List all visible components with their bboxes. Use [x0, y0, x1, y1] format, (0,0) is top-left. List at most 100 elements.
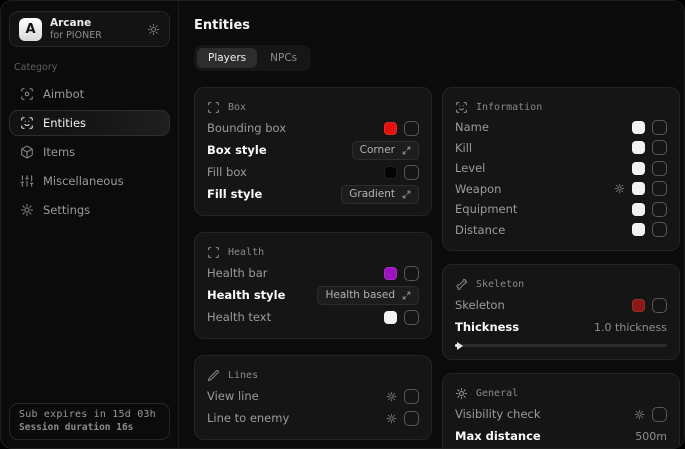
- expand-diagonal-icon: [402, 146, 411, 155]
- health-card: Health Health bar Health style Health ba…: [194, 232, 432, 339]
- box-card-header: Box: [207, 97, 419, 117]
- color-swatch[interactable]: [384, 166, 397, 179]
- color-swatch[interactable]: [632, 299, 645, 312]
- distance-checkbox[interactable]: [652, 222, 667, 237]
- lines-card-header: Lines: [207, 365, 419, 385]
- sidebar-item-miscellaneous[interactable]: Miscellaneous: [9, 168, 170, 194]
- weapon-checkbox[interactable]: [652, 181, 667, 196]
- color-swatch[interactable]: [632, 141, 645, 154]
- package-icon: [20, 145, 34, 159]
- gear-icon: [20, 203, 34, 217]
- sub-expires-text: Sub expires in 15d 03h: [19, 409, 160, 420]
- logo-badge: A: [19, 18, 42, 41]
- level-checkbox[interactable]: [652, 161, 667, 176]
- general-card-header: General: [455, 383, 667, 403]
- row-label: Distance: [455, 223, 505, 237]
- color-swatch[interactable]: [632, 121, 645, 134]
- card-title: Box: [228, 102, 246, 113]
- card-title: Health: [228, 247, 264, 258]
- gear-icon[interactable]: [386, 413, 397, 424]
- color-swatch[interactable]: [384, 311, 397, 324]
- skeleton-checkbox[interactable]: [652, 298, 667, 313]
- health-text-checkbox[interactable]: [404, 310, 419, 325]
- color-swatch[interactable]: [632, 203, 645, 216]
- app-subtitle: for PIONER: [50, 30, 139, 42]
- category-label: Category: [14, 62, 165, 73]
- box-style-dropdown[interactable]: Corner: [352, 141, 419, 160]
- gear-icon[interactable]: [614, 183, 625, 194]
- scan-face-icon: [455, 101, 468, 114]
- row-fill-style: Fill style Gradient: [207, 183, 419, 205]
- card-title: Information: [476, 102, 542, 113]
- name-checkbox[interactable]: [652, 120, 667, 135]
- thickness-slider[interactable]: [455, 341, 667, 349]
- gear-icon[interactable]: [147, 23, 160, 36]
- row-label: Health style: [207, 288, 285, 302]
- box-card: Box Bounding box Box style Corner: [194, 87, 432, 216]
- row-fill-box: Fill box: [207, 161, 419, 183]
- color-swatch[interactable]: [632, 223, 645, 236]
- row-thickness: Thickness 1.0 thickness: [455, 316, 667, 338]
- lines-card: Lines View line Line to enemy: [194, 355, 432, 440]
- tab-npcs[interactable]: NPCs: [259, 48, 308, 68]
- sidebar-item-items[interactable]: Items: [9, 139, 170, 165]
- scan-brackets-icon: [207, 246, 220, 259]
- gear-icon[interactable]: [386, 391, 397, 402]
- row-distance: Distance: [455, 220, 667, 241]
- gear-icon: [455, 387, 468, 400]
- sliders-icon: [20, 174, 34, 188]
- row-health-bar: Health bar: [207, 262, 419, 284]
- expand-diagonal-icon: [402, 190, 411, 199]
- row-view-line: View line: [207, 385, 419, 407]
- scan-face-icon: [20, 116, 34, 130]
- row-label: Max distance: [455, 429, 541, 443]
- information-card: Information Name Kill: [442, 87, 680, 251]
- subscription-status-card: Sub expires in 15d 03h Session duration …: [9, 403, 170, 440]
- fill-style-dropdown[interactable]: Gradient: [341, 185, 419, 204]
- color-swatch[interactable]: [632, 182, 645, 195]
- logo-card: A Arcane for PIONER: [9, 11, 170, 47]
- card-title: General: [476, 388, 518, 399]
- visibility-check-checkbox[interactable]: [652, 407, 667, 422]
- card-columns: Box Bounding box Box style Corner: [194, 87, 680, 449]
- sidebar-item-label: Miscellaneous: [43, 174, 124, 188]
- kill-checkbox[interactable]: [652, 140, 667, 155]
- health-bar-checkbox[interactable]: [404, 266, 419, 281]
- slider-track[interactable]: [455, 344, 667, 347]
- sidebar-item-entities[interactable]: Entities: [9, 110, 170, 136]
- page-title: Entities: [194, 18, 680, 33]
- sidebar-item-label: Aimbot: [43, 87, 84, 101]
- sidebar-item-aimbot[interactable]: Aimbot: [9, 81, 170, 107]
- bounding-box-checkbox[interactable]: [404, 121, 419, 136]
- row-label: Health bar: [207, 266, 268, 280]
- row-weapon: Weapon: [455, 179, 667, 200]
- color-swatch[interactable]: [384, 267, 397, 280]
- line-to-enemy-checkbox[interactable]: [404, 411, 419, 426]
- gear-icon[interactable]: [634, 409, 645, 420]
- sidebar: A Arcane for PIONER Category Aimbot: [1, 1, 179, 448]
- card-title: Lines: [228, 370, 258, 381]
- row-label: Line to enemy: [207, 411, 289, 425]
- fill-box-checkbox[interactable]: [404, 165, 419, 180]
- dropdown-value: Corner: [360, 144, 395, 156]
- tab-players[interactable]: Players: [197, 48, 257, 68]
- row-bounding-box: Bounding box: [207, 117, 419, 139]
- pencil-icon: [207, 369, 220, 382]
- row-label: Level: [455, 161, 485, 175]
- color-swatch[interactable]: [384, 122, 397, 135]
- equipment-checkbox[interactable]: [652, 202, 667, 217]
- row-label: Name: [455, 120, 489, 134]
- slider-handle[interactable]: [457, 342, 463, 350]
- skeleton-card: Skeleton Skeleton Thickness 1.0 thicknes…: [442, 264, 680, 360]
- row-label: Fill box: [207, 165, 247, 179]
- color-swatch[interactable]: [632, 162, 645, 175]
- health-style-dropdown[interactable]: Health based: [317, 286, 419, 305]
- bone-icon: [455, 278, 468, 291]
- dropdown-value: Health based: [325, 289, 395, 301]
- row-visibility-check: Visibility check: [455, 403, 667, 425]
- view-line-checkbox[interactable]: [404, 389, 419, 404]
- crosshair-scan-icon: [20, 87, 34, 101]
- row-label: Equipment: [455, 202, 517, 216]
- sidebar-item-settings[interactable]: Settings: [9, 197, 170, 223]
- information-card-header: Information: [455, 97, 667, 117]
